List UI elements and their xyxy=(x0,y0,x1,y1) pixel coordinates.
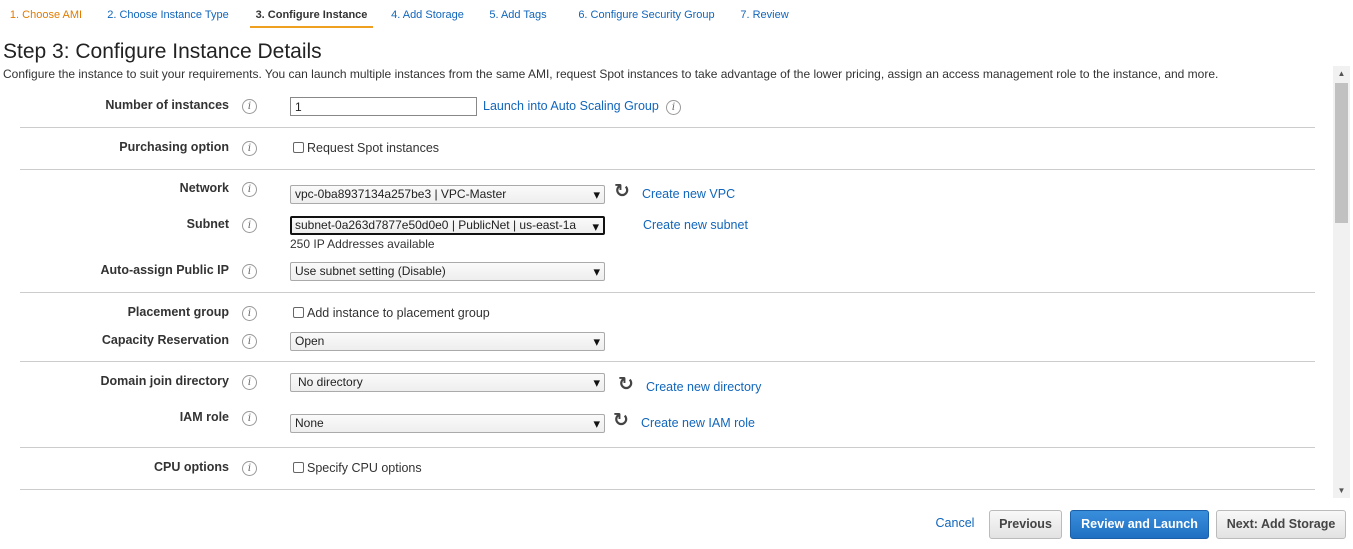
vertical-scrollbar[interactable]: ▲ ▼ xyxy=(1333,66,1350,498)
placement-group-label[interactable]: Add instance to placement group xyxy=(307,306,490,320)
cpu-label: CPU options xyxy=(154,460,229,474)
info-icon[interactable]: i xyxy=(242,99,257,114)
launch-auto-scaling-link[interactable]: Launch into Auto Scaling Group xyxy=(483,99,659,113)
tab-configure-security-group[interactable]: 6. Configure Security Group xyxy=(570,0,723,28)
spot-instances-label[interactable]: Request Spot instances xyxy=(307,141,439,155)
capacity-label: Capacity Reservation xyxy=(101,333,229,347)
network-label: Network xyxy=(179,181,229,195)
subnet-select[interactable]: subnet-0a263d7877e50d0e0 | PublicNet | u… xyxy=(290,216,605,235)
divider xyxy=(20,292,1315,293)
instances-label: Number of instances xyxy=(105,98,229,112)
domain-label: Domain join directory xyxy=(100,374,230,388)
tab-review[interactable]: 7. Review xyxy=(733,0,796,28)
domain-select-value: No directory xyxy=(298,375,363,389)
divider xyxy=(20,169,1315,170)
instance-details-form: Number of instances i Launch into Auto S… xyxy=(0,84,1332,498)
info-icon[interactable]: i xyxy=(242,141,257,156)
page-description: Configure the instance to suit your requ… xyxy=(3,67,1219,81)
subnet-label: Subnet xyxy=(186,217,229,231)
capacity-select[interactable]: Open ▾ xyxy=(290,332,605,351)
review-and-launch-button[interactable]: Review and Launch xyxy=(1070,510,1209,539)
scroll-down-arrow-icon[interactable]: ▼ xyxy=(1333,483,1350,498)
info-icon[interactable]: i xyxy=(666,100,681,115)
chevron-down-icon: ▾ xyxy=(593,416,600,431)
subnet-select-value: subnet-0a263d7877e50d0e0 | PublicNet | u… xyxy=(295,218,577,232)
info-icon[interactable]: i xyxy=(242,334,257,349)
info-icon[interactable]: i xyxy=(242,218,257,233)
wizard-footer: Cancel Previous Review and Launch Next: … xyxy=(0,498,1353,549)
subnet-ip-availability: 250 IP Addresses available xyxy=(290,237,435,251)
chevron-down-icon: ▾ xyxy=(593,187,600,202)
cpu-options-checkbox[interactable] xyxy=(293,462,304,473)
spot-instances-checkbox[interactable] xyxy=(293,142,304,153)
instances-count-input[interactable] xyxy=(290,97,477,116)
public-ip-label: Auto-assign Public IP xyxy=(100,263,230,277)
scroll-thumb[interactable] xyxy=(1335,83,1348,223)
divider xyxy=(20,447,1315,448)
create-iam-role-link[interactable]: Create new IAM role xyxy=(641,416,755,430)
divider xyxy=(20,489,1315,490)
info-icon[interactable]: i xyxy=(242,264,257,279)
create-subnet-link[interactable]: Create new subnet xyxy=(643,218,748,232)
capacity-select-value: Open xyxy=(295,334,325,348)
previous-button[interactable]: Previous xyxy=(989,510,1062,539)
chevron-down-icon: ▾ xyxy=(593,375,600,390)
iam-select[interactable]: None ▾ xyxy=(290,414,605,433)
chevron-down-icon: ▾ xyxy=(593,264,600,279)
purchasing-label: Purchasing option xyxy=(119,140,229,154)
refresh-icon[interactable]: ↻ xyxy=(618,375,634,394)
info-icon[interactable]: i xyxy=(242,461,257,476)
info-icon[interactable]: i xyxy=(242,375,257,390)
create-directory-link[interactable]: Create new directory xyxy=(646,380,761,394)
placement-group-checkbox[interactable] xyxy=(293,307,304,318)
divider xyxy=(20,361,1315,362)
create-vpc-link[interactable]: Create new VPC xyxy=(642,187,735,201)
cpu-options-label[interactable]: Specify CPU options xyxy=(307,461,422,475)
wizard-tabs: 1. Choose AMI 2. Choose Instance Type 3.… xyxy=(0,0,1353,30)
info-icon[interactable]: i xyxy=(242,306,257,321)
network-select-value: vpc-0ba8937134a257be3 | VPC-Master xyxy=(295,187,507,201)
public-ip-select-value: Use subnet setting (Disable) xyxy=(295,264,446,278)
domain-select[interactable]: No directory ▾ xyxy=(290,373,605,392)
refresh-icon[interactable]: ↻ xyxy=(614,182,630,201)
scroll-up-arrow-icon[interactable]: ▲ xyxy=(1333,66,1350,81)
info-icon[interactable]: i xyxy=(242,182,257,197)
tab-add-tags[interactable]: 5. Add Tags xyxy=(483,0,553,28)
tab-choose-instance-type[interactable]: 2. Choose Instance Type xyxy=(100,0,236,28)
cancel-button[interactable]: Cancel xyxy=(926,510,984,539)
chevron-down-icon: ▾ xyxy=(593,334,600,349)
iam-select-value: None xyxy=(295,416,324,430)
chevron-down-icon: ▾ xyxy=(592,219,599,234)
divider xyxy=(20,127,1315,128)
network-select[interactable]: vpc-0ba8937134a257be3 | VPC-Master ▾ xyxy=(290,185,605,204)
placement-label: Placement group xyxy=(127,305,229,319)
iam-label: IAM role xyxy=(179,410,229,424)
info-icon[interactable]: i xyxy=(242,411,257,426)
tab-add-storage[interactable]: 4. Add Storage xyxy=(384,0,471,28)
tab-configure-instance[interactable]: 3. Configure Instance xyxy=(250,0,373,28)
public-ip-select[interactable]: Use subnet setting (Disable) ▾ xyxy=(290,262,605,281)
tab-choose-ami[interactable]: 1. Choose AMI xyxy=(3,0,89,28)
page-title: Step 3: Configure Instance Details xyxy=(3,40,322,63)
next-add-storage-button[interactable]: Next: Add Storage xyxy=(1216,510,1346,539)
refresh-icon[interactable]: ↻ xyxy=(613,411,629,430)
